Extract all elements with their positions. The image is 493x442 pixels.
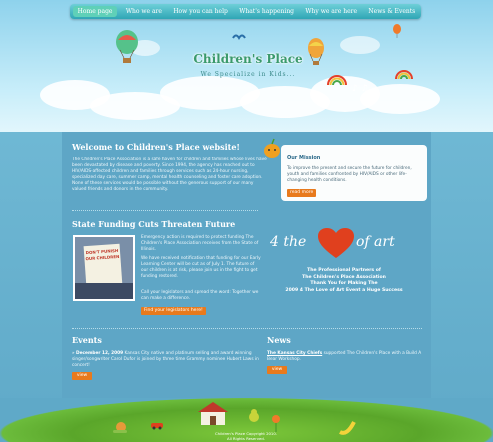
balloon-icon <box>393 24 401 38</box>
cloud <box>340 36 380 54</box>
nav-who-we-are[interactable]: Who we are <box>123 8 165 15</box>
logo-title[interactable]: Children's Place <box>178 52 318 66</box>
read-more-button[interactable]: read more <box>287 189 317 197</box>
nav-home[interactable]: Home page <box>72 6 118 17</box>
house-icon <box>198 402 228 425</box>
snail-icon <box>113 422 127 433</box>
news-link[interactable]: The Kansas City Chiefs <box>267 351 322 356</box>
welcome-text: The Children's Place Association is a sa… <box>72 157 267 192</box>
car-icon <box>151 423 163 430</box>
events-text: » December 12, 2009 Kansas City native a… <box>72 351 260 369</box>
cartoon-pumpkin-icon <box>264 138 280 158</box>
four-the-text: 4 the <box>270 234 307 250</box>
mission-text: To improve the present and secure the fu… <box>287 166 412 183</box>
header-sky: ♪ ♫ <box>0 0 493 132</box>
hot-air-balloon-icon <box>116 30 138 63</box>
heart-icon <box>318 228 354 258</box>
footer-line-2: All Rights Reserved. <box>227 436 265 441</box>
art-thanks: The Professional Partners of The Childre… <box>266 268 422 294</box>
divider <box>72 210 258 211</box>
pear-icon <box>249 409 259 422</box>
events-date[interactable]: December 12, 2009 <box>76 351 123 356</box>
art-line-4: 2009 4 The Love of Art Event a Huge Succ… <box>285 287 403 293</box>
music-notes-icon: ♪ ♫ <box>352 84 369 94</box>
welcome-heading: Welcome to Children's Place website! <box>72 142 240 152</box>
news-view-button[interactable]: view <box>267 366 287 374</box>
news-text: The Kansas City Chiefs supported The Chi… <box>267 351 423 363</box>
main-nav: Home page Who we are How you can help Wh… <box>70 4 421 19</box>
footer-copyright: Children's Place Copyright 2010. All Rig… <box>196 431 296 441</box>
funding-text-1: Emergency action is required to protect … <box>141 235 259 252</box>
banana-icon <box>339 421 356 435</box>
crowd <box>75 283 133 299</box>
rainbow-icon <box>395 70 413 80</box>
logo-subtitle: We Specialize in Kids... <box>200 71 296 78</box>
nav-whats-happening[interactable]: What's happening <box>236 8 297 15</box>
of-art-text: of art <box>356 234 395 250</box>
funding-text-2: We have received notification that fundi… <box>141 256 261 279</box>
nav-why-we-are-here[interactable]: Why we are here <box>302 8 360 15</box>
page: ♪ ♫ Home page Who we are How you can hel… <box>0 0 493 442</box>
funding-text-3: Call your legislators and spread the wor… <box>141 290 259 301</box>
divider <box>72 328 422 329</box>
funding-heading: State Funding Cuts Threaten Future <box>72 219 236 229</box>
events-view-button[interactable]: view <box>72 372 92 380</box>
flower-icon <box>272 415 280 432</box>
rainbow-icon <box>327 75 347 86</box>
mission-heading: Our Mission <box>287 155 321 161</box>
news-heading: News <box>267 335 291 345</box>
cloud <box>360 84 440 114</box>
protest-sign: DON'T PUNISH OUR CHILDREN <box>83 243 123 289</box>
nav-how-you-can-help[interactable]: How you can help <box>170 8 231 15</box>
bird-icon <box>232 34 246 40</box>
find-legislators-button[interactable]: Find your legislators here! <box>141 307 206 315</box>
protest-photo: DON'T PUNISH OUR CHILDREN <box>73 235 135 301</box>
nav-news-events[interactable]: News & Events <box>365 8 418 15</box>
events-heading: Events <box>72 335 102 345</box>
